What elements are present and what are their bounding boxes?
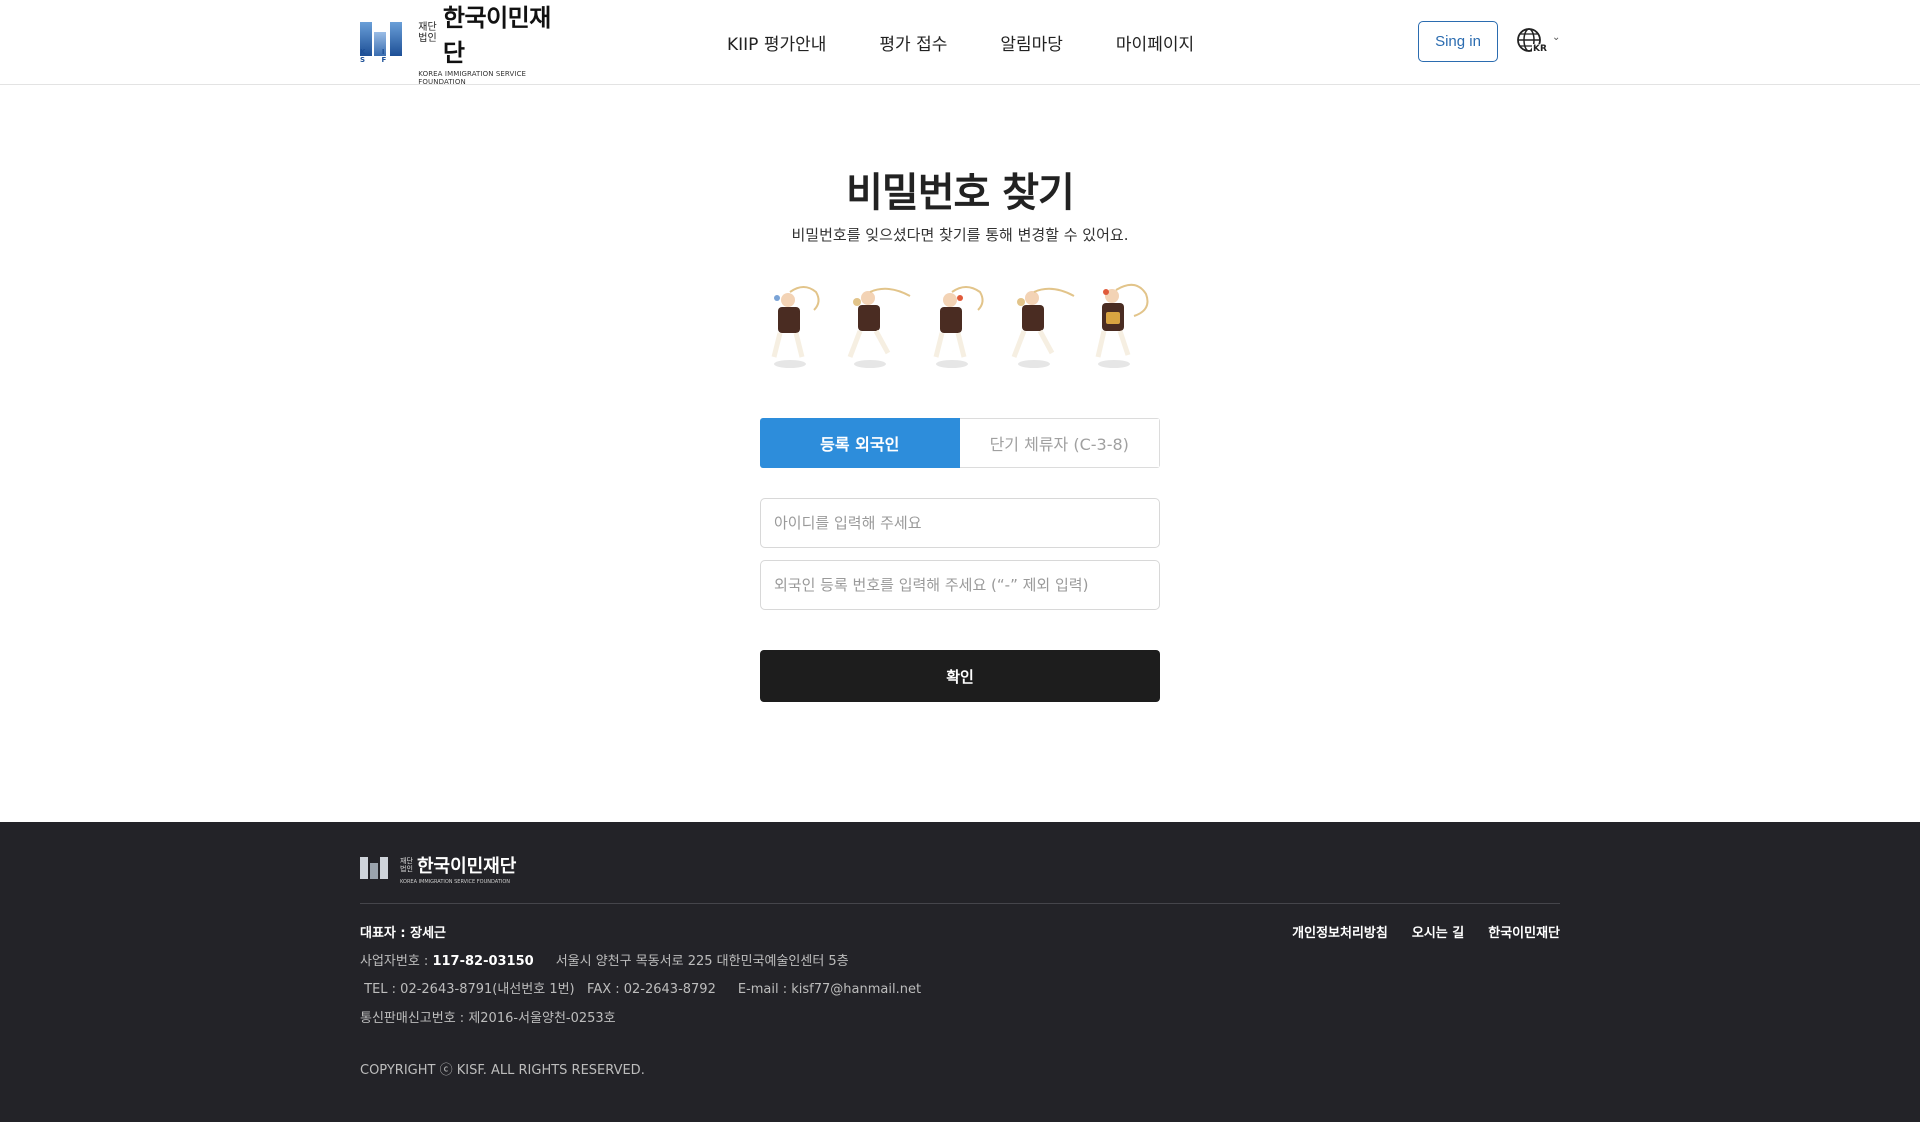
footer-biz-label: 사업자번호 : <box>360 954 433 969</box>
footer-ceo: 대표자 : 장세근 <box>360 926 447 941</box>
footer-logo-mark-icon <box>360 855 392 883</box>
footer-link-directions[interactable]: 오시는 길 <box>1412 922 1464 941</box>
page-subtitle: 비밀번호를 잊으셨다면 찾기를 통해 변경할 수 있어요. <box>791 226 1129 244</box>
site-header: K I S F 재단 법인 한국이민재단 KOREA IMMIGRATION S… <box>0 0 1920 86</box>
chevron-down-icon: ⌄ <box>1552 32 1561 43</box>
dancer-figure-3 <box>933 286 984 368</box>
site-footer: 재단 법인 한국이민재단 KOREA IMMIGRATION SERVICE F… <box>0 822 1920 1122</box>
logo-small-text: 재단 법인 <box>418 22 437 44</box>
language-code: KR <box>1532 44 1548 54</box>
tab-registered-foreigner[interactable]: 등록 외국인 <box>760 418 960 468</box>
registration-number-input[interactable] <box>760 560 1160 610</box>
user-id-input[interactable] <box>760 498 1160 548</box>
footer-address: 서울시 양천구 목동서로 225 대한민국예술인센터 5층 <box>555 954 849 969</box>
footer-logo-small-text: 재단 법인 <box>400 857 413 873</box>
dancer-figure-4 <box>1011 287 1075 368</box>
dancer-illustration <box>771 283 1149 368</box>
language-selector[interactable]: KR ⌄ <box>1516 27 1560 57</box>
nav-item-notice[interactable]: 알림마당 <box>1000 30 1063 55</box>
tab-short-term-visitor[interactable]: 단기 체류자 (C-3-8) <box>959 418 1160 468</box>
footer-link-privacy[interactable]: 개인정보처리방침 <box>1292 922 1388 941</box>
dancer-figure-5 <box>1095 283 1149 368</box>
footer-mail-order-number: 통신판매신고번호 : 제2016-서울양천-0253호 <box>360 1011 616 1026</box>
nav-item-mypage[interactable]: 마이페이지 <box>1116 30 1194 55</box>
footer-divider <box>360 903 1560 904</box>
footer-tel: TEL : 02-2643-8791(내선번호 1번) <box>364 982 575 997</box>
signin-button[interactable]: Sing in <box>1418 21 1498 62</box>
footer-link-foundation[interactable]: 한국이민재단 <box>1488 922 1560 941</box>
footer-biz-number: 117-82-03150 <box>432 954 534 969</box>
footer-logo-name: 한국이민재단 <box>417 856 517 877</box>
footer-logo[interactable]: 재단 법인 한국이민재단 KOREA IMMIGRATION SERVICE F… <box>360 852 516 885</box>
main-nav: KIIP 평가안내 평가 접수 알림마당 마이페이지 <box>727 30 1194 55</box>
site-logo[interactable]: K I S F 재단 법인 한국이민재단 KOREA IMMIGRATION S… <box>360 4 570 86</box>
confirm-button[interactable]: 확인 <box>760 650 1160 702</box>
logo-name: 한국이민재단 <box>442 4 551 67</box>
footer-fax: FAX : 02-2643-8792 <box>587 982 716 997</box>
dancer-figure-2 <box>847 287 911 368</box>
nav-item-kiip-guide[interactable]: KIIP 평가안내 <box>727 30 826 55</box>
footer-copyright: COPYRIGHT ⓒ KISF. ALL RIGHTS RESERVED. <box>360 1063 645 1078</box>
logo-mark-text: K I S F <box>360 48 394 64</box>
user-type-tabs: 등록 외국인 단기 체류자 (C-3-8) <box>760 418 1160 468</box>
logo-english-name: KOREA IMMIGRATION SERVICE FOUNDATION <box>418 70 527 86</box>
footer-links: 개인정보처리방침 오시는 길 한국이민재단 <box>1268 922 1560 941</box>
footer-business-info: 사업자번호 : 117-82-03150 서울시 양천구 목동서로 225 대한민… <box>360 950 849 969</box>
logo-mark-icon: K I S F <box>360 20 404 64</box>
nav-item-exam-registration[interactable]: 평가 접수 <box>879 30 947 55</box>
footer-contact: TEL : 02-2643-8791(내선번호 1번) FAX : 02-264… <box>360 978 921 997</box>
footer-logo-english-name: KOREA IMMIGRATION SERVICE FOUNDATION <box>400 879 511 885</box>
footer-email: E-mail : kisf77@hanmail.net <box>737 982 922 997</box>
page-title: 비밀번호 찾기 <box>846 170 1075 216</box>
dancer-figure-1 <box>771 286 820 368</box>
